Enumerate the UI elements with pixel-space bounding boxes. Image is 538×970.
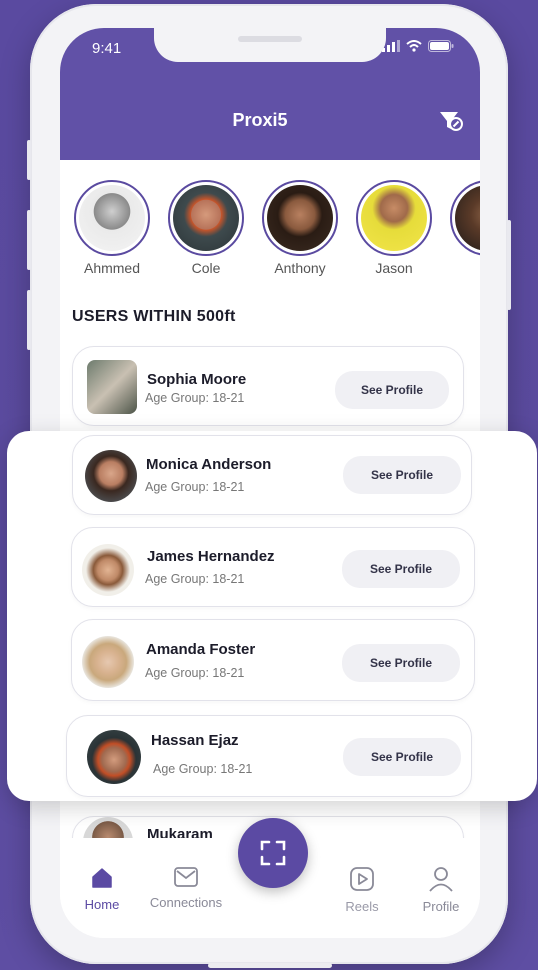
user-card[interactable]: Amanda Foster Age Group: 18-21 See Profi… <box>71 619 475 701</box>
avatar <box>82 636 134 688</box>
avatar <box>173 185 239 251</box>
see-profile-button[interactable]: See Profile <box>335 371 449 409</box>
story-item[interactable]: Cole <box>164 180 248 276</box>
see-profile-button[interactable]: See Profile <box>343 738 461 776</box>
phone-side-button <box>27 210 31 270</box>
battery-icon <box>428 40 454 52</box>
nav-profile-label: Profile <box>422 899 460 914</box>
story-name: Jason <box>375 260 413 276</box>
stories-row: Ahmmed Cole Anthony Jason A <box>70 180 480 290</box>
home-indicator <box>208 963 332 968</box>
user-name: James Hernandez <box>147 548 275 565</box>
nav-profile[interactable]: Profile <box>416 866 466 914</box>
story-name: Anthony <box>274 260 326 276</box>
story-ring <box>356 180 432 256</box>
see-profile-button[interactable]: See Profile <box>343 456 461 494</box>
section-title: USERS WITHIN 500ft <box>72 308 236 325</box>
see-profile-button[interactable]: See Profile <box>342 550 460 588</box>
avatar <box>455 185 480 251</box>
user-card[interactable]: James Hernandez Age Group: 18-21 See Pro… <box>71 527 475 607</box>
user-age-group: Age Group: 18-21 <box>145 666 245 680</box>
avatar <box>361 185 427 251</box>
status-time: 9:41 <box>92 40 122 57</box>
highlighted-users-panel: Monica Anderson Age Group: 18-21 See Pro… <box>7 431 537 801</box>
nav-reels[interactable]: Reels <box>340 866 384 914</box>
scan-icon <box>260 840 286 866</box>
mail-icon <box>174 867 198 887</box>
avatar <box>87 360 137 414</box>
story-item[interactable]: Anthony <box>258 180 342 276</box>
user-age-group: Age Group: 18-21 <box>145 572 245 586</box>
nav-connections[interactable]: Connections <box>144 866 228 910</box>
play-icon <box>350 867 374 891</box>
story-name: A <box>446 260 480 276</box>
see-profile-button[interactable]: See Profile <box>342 644 460 682</box>
story-ring <box>262 180 338 256</box>
phone-side-button <box>27 290 31 350</box>
user-age-group: Age Group: 18-21 <box>145 480 245 494</box>
nav-reels-label: Reels <box>345 899 379 914</box>
person-icon <box>429 867 453 892</box>
user-card[interactable]: Hassan Ejaz Age Group: 18-21 See Profile <box>66 715 472 797</box>
story-item[interactable]: Ahmmed <box>70 180 154 276</box>
story-ring <box>450 180 480 256</box>
story-name: Cole <box>191 260 221 276</box>
story-item[interactable]: A <box>446 180 480 276</box>
speaker <box>238 36 302 42</box>
nav-connections-label: Connections <box>149 895 223 910</box>
user-card[interactable]: Monica Anderson Age Group: 18-21 See Pro… <box>72 435 472 515</box>
app-header: 9:41 Proxi5 <box>60 28 480 160</box>
status-icons <box>382 40 454 52</box>
story-ring <box>74 180 150 256</box>
filter-icon[interactable] <box>438 108 464 134</box>
user-name: Sophia Moore <box>147 371 247 388</box>
story-item[interactable]: Jason <box>352 180 436 276</box>
phone-side-button <box>507 220 511 310</box>
story-ring <box>168 180 244 256</box>
user-name: Monica Anderson <box>146 456 272 473</box>
story-name: Ahmmed <box>83 260 141 276</box>
user-card[interactable]: Sophia Moore Age Group: 18-21 See Profil… <box>72 346 464 426</box>
avatar <box>79 185 145 251</box>
avatar <box>82 544 134 596</box>
user-name: Amanda Foster <box>146 641 256 658</box>
phone-side-button <box>27 140 31 180</box>
user-age-group: Age Group: 18-21 <box>145 391 245 405</box>
page-title: Proxi5 <box>232 110 288 130</box>
scan-button[interactable] <box>238 818 308 888</box>
nav-home-label: Home <box>84 897 120 912</box>
nav-home[interactable]: Home <box>80 866 124 912</box>
wifi-icon <box>406 40 422 52</box>
home-icon <box>92 868 112 888</box>
avatar <box>267 185 333 251</box>
user-age-group: Age Group: 18-21 <box>153 762 253 776</box>
phone-notch <box>154 28 386 62</box>
avatar <box>87 730 141 784</box>
avatar <box>85 450 137 502</box>
user-name: Hassan Ejaz <box>151 732 239 749</box>
